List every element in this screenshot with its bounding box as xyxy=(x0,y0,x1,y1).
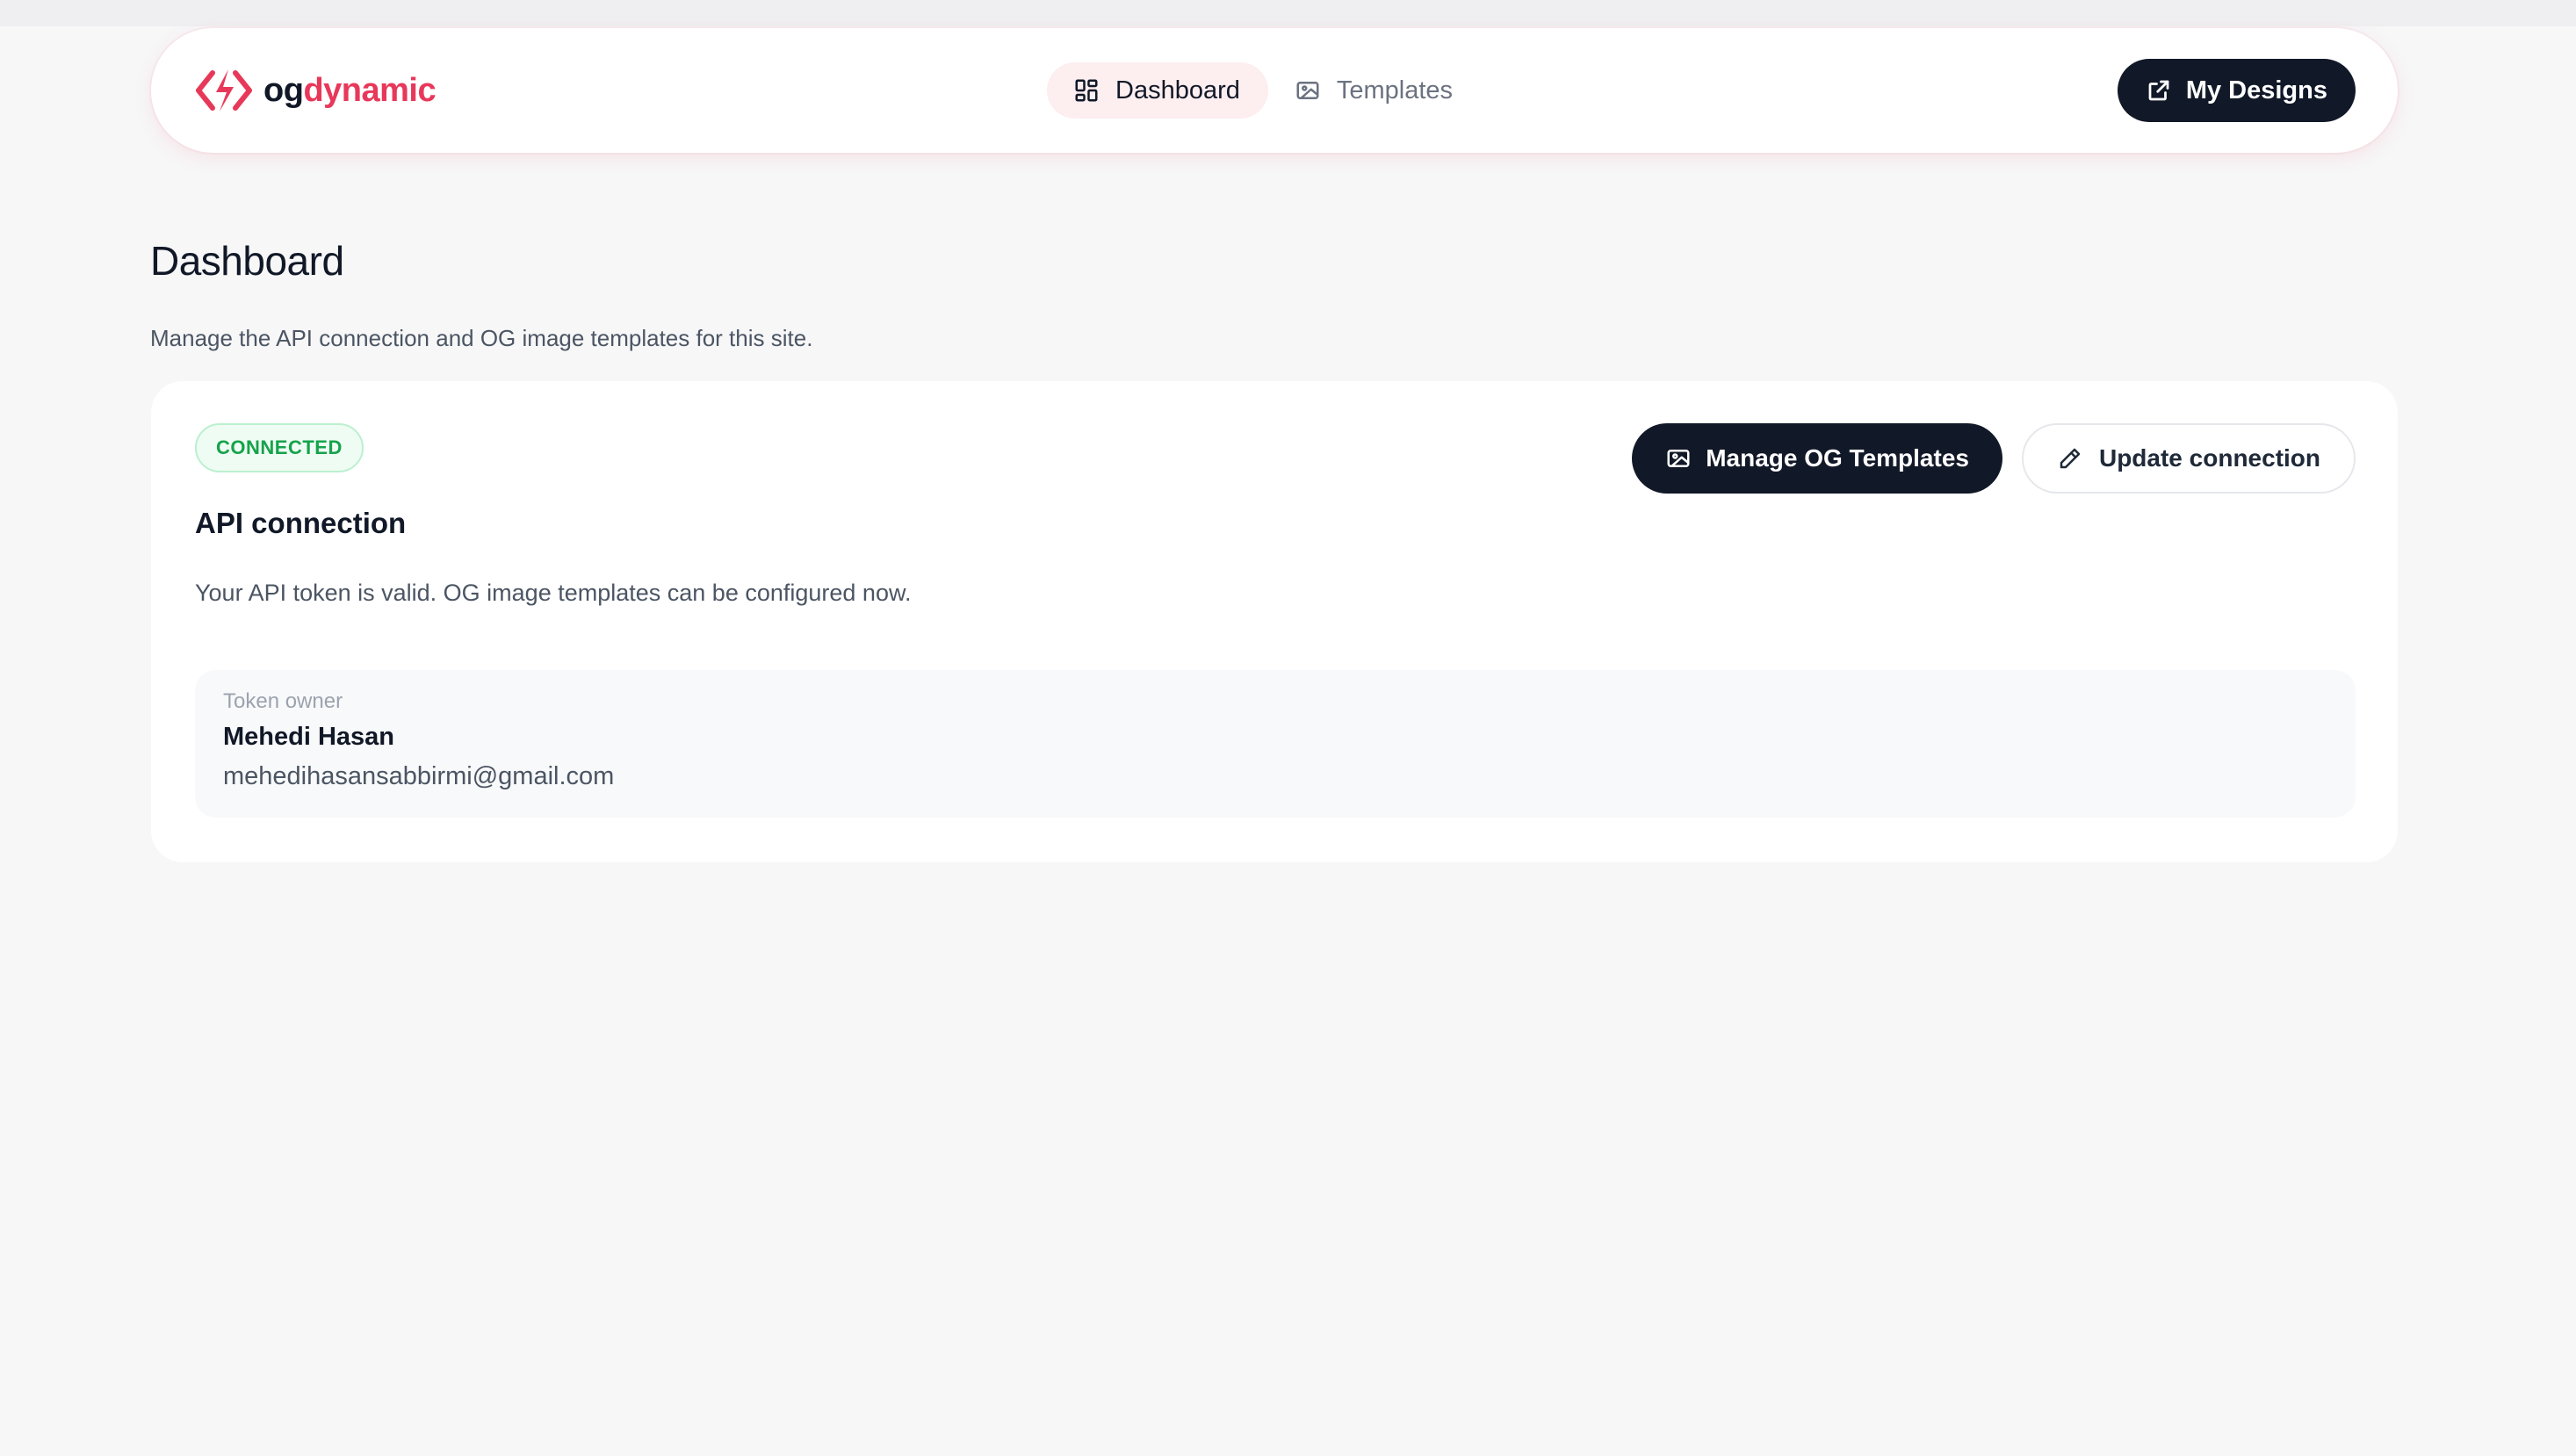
card-title: API connection xyxy=(195,507,407,539)
nav-item-label: Templates xyxy=(1336,76,1454,105)
external-link-icon xyxy=(2148,80,2169,101)
my-designs-label: My Designs xyxy=(2185,76,2327,105)
update-connection-button[interactable]: Update connection xyxy=(2021,423,2356,494)
token-owner-panel: Token owner Mehedi Hasan mehedihasansabb… xyxy=(195,670,2356,818)
update-connection-label: Update connection xyxy=(2098,444,2320,472)
brand-name-dynamic: dynamic xyxy=(303,71,437,109)
brand-name-og: og xyxy=(263,71,304,109)
top-navbar: ogdynamic Dashboard Templates My Designs xyxy=(151,28,2398,153)
main-nav: Dashboard Templates xyxy=(1047,62,1481,119)
image-icon xyxy=(1667,450,1690,467)
manage-og-templates-label: Manage OG Templates xyxy=(1706,444,1969,472)
token-owner-name: Mehedi Hasan xyxy=(223,723,394,751)
status-badge: CONNECTED xyxy=(195,423,364,472)
manage-og-templates-button[interactable]: Manage OG Templates xyxy=(1632,423,2002,494)
nav-item-templates[interactable]: Templates xyxy=(1286,62,1481,119)
page-subtitle: Manage the API connection and OG image t… xyxy=(150,325,813,351)
card-description: Your API token is valid. OG image templa… xyxy=(195,580,912,606)
api-connection-card: CONNECTED API connection Your API token … xyxy=(151,381,2398,862)
image-icon xyxy=(1296,82,1319,99)
nav-item-label: Dashboard xyxy=(1115,76,1240,105)
pencil-icon xyxy=(2060,448,2081,469)
token-owner-email: mehedihasansabbirmi@gmail.com xyxy=(223,762,615,790)
browser-top-strip xyxy=(0,0,2576,26)
token-owner-label: Token owner xyxy=(223,689,343,713)
nav-item-dashboard[interactable]: Dashboard xyxy=(1047,62,1268,119)
brand-name: ogdynamic xyxy=(263,71,437,110)
bolt-code-icon xyxy=(196,69,252,112)
brand-logo[interactable]: ogdynamic xyxy=(195,65,437,116)
card-actions: Manage OG Templates Update connection xyxy=(1632,423,2356,494)
page-title: Dashboard xyxy=(150,238,344,284)
my-designs-button[interactable]: My Designs xyxy=(2117,59,2356,122)
grid-icon xyxy=(1075,79,1098,102)
